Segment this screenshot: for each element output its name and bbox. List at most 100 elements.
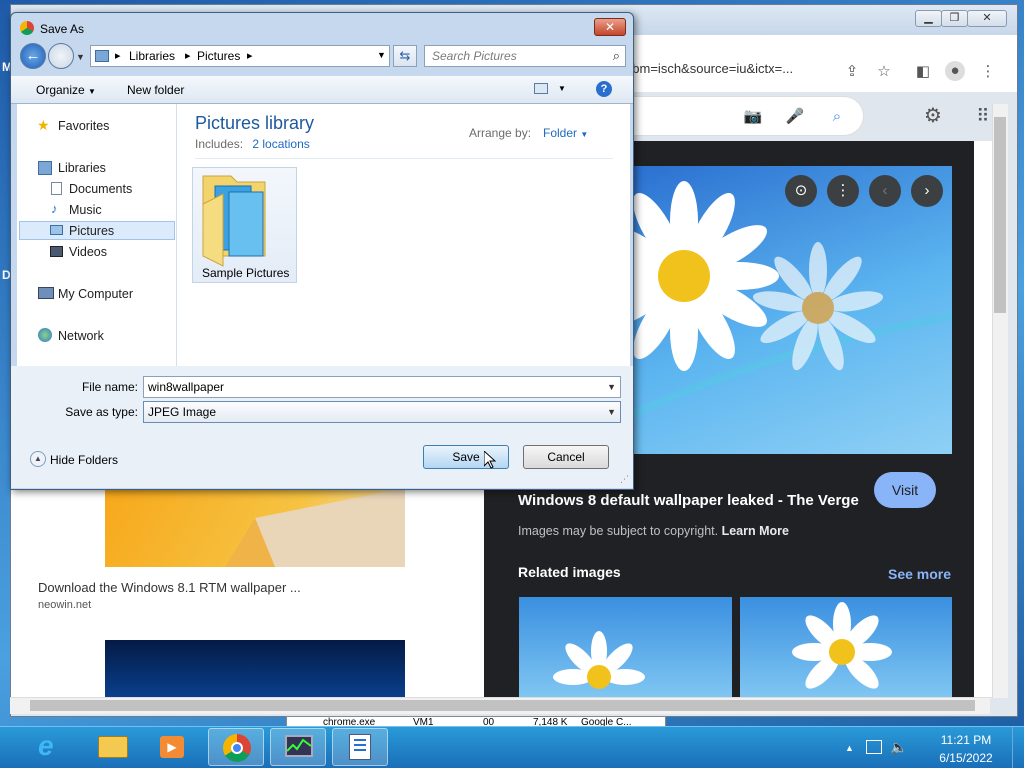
chevron-down-icon[interactable]: ▼ bbox=[607, 382, 616, 392]
search-icon: ⌕ bbox=[612, 48, 620, 63]
result-source: neowin.net bbox=[38, 599, 92, 611]
related-heading: Related images bbox=[518, 564, 621, 580]
help-icon[interactable]: ? bbox=[596, 81, 612, 97]
result-image[interactable] bbox=[105, 488, 405, 567]
resize-grip-icon[interactable]: ⋰ bbox=[620, 474, 630, 484]
breadcrumb-libraries[interactable]: Libraries bbox=[129, 49, 175, 63]
file-name-value: win8wallpaper bbox=[148, 380, 225, 394]
new-folder-button[interactable]: New folder bbox=[127, 83, 184, 97]
chrome-taskbar-button[interactable] bbox=[208, 728, 264, 766]
search-icon[interactable]: ⌕ bbox=[826, 106, 848, 128]
document-icon bbox=[51, 182, 62, 195]
arrange-value: Folder bbox=[543, 126, 578, 140]
sidebar-icon[interactable]: ◧ bbox=[912, 61, 934, 83]
back-button[interactable]: ← bbox=[20, 43, 46, 69]
profile-icon[interactable]: ● bbox=[945, 61, 965, 81]
breadcrumb[interactable]: ▸ Libraries ▸ Pictures ▸ ▼ bbox=[90, 45, 390, 67]
includes-label: Includes: bbox=[195, 137, 244, 151]
save-type-select[interactable]: JPEG Image ▼ bbox=[143, 401, 621, 423]
library-includes: Includes: 2 locations bbox=[195, 137, 310, 151]
visit-button[interactable]: Visit bbox=[874, 472, 936, 508]
folder-icon bbox=[98, 736, 128, 758]
horizontal-scroll-thumb[interactable] bbox=[30, 700, 975, 711]
views-dropdown-icon[interactable]: ▼ bbox=[558, 84, 566, 93]
mic-icon[interactable]: 🎤 bbox=[784, 106, 806, 128]
chevron-down-icon: ▼ bbox=[580, 130, 589, 139]
result-image[interactable] bbox=[105, 640, 405, 697]
show-desktop-button[interactable] bbox=[1012, 727, 1024, 768]
organize-label: Organize bbox=[36, 83, 85, 97]
forward-button[interactable] bbox=[48, 43, 74, 69]
lens-icon[interactable]: ⊙ bbox=[785, 175, 817, 207]
star-icon[interactable]: ☆ bbox=[873, 61, 895, 83]
clock-date[interactable]: 6/15/2022 bbox=[938, 751, 994, 765]
cancel-button[interactable]: Cancel bbox=[523, 445, 609, 469]
see-more-link[interactable]: See more bbox=[888, 566, 951, 582]
library-icon bbox=[38, 161, 52, 175]
folder-label: Sample Pictures bbox=[202, 266, 290, 280]
share-icon[interactable]: ⇪ bbox=[841, 61, 863, 83]
recent-pages-icon[interactable]: ▼ bbox=[76, 52, 85, 62]
camera-icon[interactable]: 📷 bbox=[742, 106, 764, 128]
nav-libraries[interactable]: Libraries bbox=[58, 161, 106, 175]
taskmgr-taskbar-button[interactable] bbox=[270, 728, 326, 766]
settings-icon[interactable]: ⚙ bbox=[922, 105, 944, 127]
copyright-notice: Images may be subject to copyright. Lear… bbox=[518, 524, 789, 538]
copyright-text: Images may be subject to copyright. bbox=[518, 524, 719, 538]
breadcrumb-separator: ▸ bbox=[247, 50, 253, 62]
nav-my-computer[interactable]: My Computer bbox=[58, 287, 133, 301]
refresh-icon[interactable]: ⇆ bbox=[393, 45, 417, 67]
vertical-scroll-thumb[interactable] bbox=[994, 117, 1006, 313]
explorer-taskbar-button[interactable] bbox=[86, 728, 142, 766]
close-button[interactable]: ✕ bbox=[967, 10, 1007, 27]
minimize-button[interactable]: ▁ bbox=[915, 10, 942, 27]
nav-music[interactable]: Music bbox=[69, 203, 102, 217]
nav-network[interactable]: Network bbox=[58, 329, 104, 343]
cursor-icon bbox=[483, 449, 497, 472]
arrange-label: Arrange by: bbox=[469, 126, 532, 140]
wordpad-taskbar-button[interactable] bbox=[332, 728, 388, 766]
nav-videos[interactable]: Videos bbox=[69, 245, 107, 259]
dialog-close-button[interactable]: ✕ bbox=[594, 18, 626, 36]
videos-icon bbox=[50, 246, 63, 257]
views-icon[interactable] bbox=[534, 83, 548, 94]
tray-expand-icon[interactable]: ▲ bbox=[845, 743, 854, 753]
previous-icon[interactable]: ‹ bbox=[869, 175, 901, 207]
ie-taskbar-button[interactable]: e bbox=[28, 728, 84, 766]
preview-title[interactable]: Windows 8 default wallpaper leaked - The… bbox=[518, 492, 859, 509]
nav-favorites[interactable]: Favorites bbox=[58, 119, 109, 133]
pictures-icon bbox=[50, 225, 63, 235]
learn-more-link[interactable]: Learn More bbox=[722, 524, 789, 538]
chevron-down-icon[interactable]: ▼ bbox=[377, 50, 386, 60]
hide-folders-button[interactable]: Hide Folders bbox=[50, 453, 118, 467]
nav-pictures[interactable]: Pictures bbox=[69, 224, 114, 238]
locations-link[interactable]: 2 locations bbox=[252, 137, 309, 151]
ie-icon: e bbox=[38, 730, 54, 761]
network-tray-icon[interactable] bbox=[866, 740, 882, 754]
more-options-icon[interactable]: ⋮ bbox=[827, 175, 859, 207]
clock-time[interactable]: 11:21 PM bbox=[938, 733, 994, 747]
save-button[interactable]: Save bbox=[423, 445, 509, 469]
hide-folders-icon[interactable]: ▲ bbox=[30, 451, 46, 467]
breadcrumb-pictures[interactable]: Pictures bbox=[197, 49, 240, 63]
media-taskbar-button[interactable]: ▶ bbox=[144, 728, 200, 766]
related-image[interactable] bbox=[519, 597, 732, 697]
address-bar[interactable]: &tbm=isch&source=iu&ictx=... bbox=[620, 54, 870, 84]
file-name-input[interactable]: win8wallpaper ▼ bbox=[143, 376, 621, 398]
arrange-dropdown[interactable]: Folder ▼ bbox=[543, 126, 588, 140]
next-icon[interactable]: › bbox=[911, 175, 943, 207]
library-icon bbox=[95, 50, 109, 62]
result-title[interactable]: Download the Windows 8.1 RTM wallpaper .… bbox=[38, 580, 301, 595]
media-player-icon: ▶ bbox=[160, 736, 184, 758]
task-manager-icon bbox=[285, 735, 313, 757]
apps-icon[interactable]: ⠿ bbox=[972, 105, 994, 127]
menu-icon[interactable]: ⋮ bbox=[977, 61, 999, 83]
nav-documents[interactable]: Documents bbox=[69, 182, 132, 196]
organize-button[interactable]: Organize ▼ bbox=[36, 83, 96, 97]
search-placeholder: Search Pictures bbox=[432, 49, 517, 63]
volume-icon[interactable]: 🔈 bbox=[890, 739, 907, 756]
maximize-button[interactable]: ❐ bbox=[941, 10, 968, 27]
preview-image[interactable] bbox=[622, 166, 952, 454]
star-icon: ★ bbox=[37, 117, 50, 133]
related-image[interactable] bbox=[740, 597, 952, 697]
